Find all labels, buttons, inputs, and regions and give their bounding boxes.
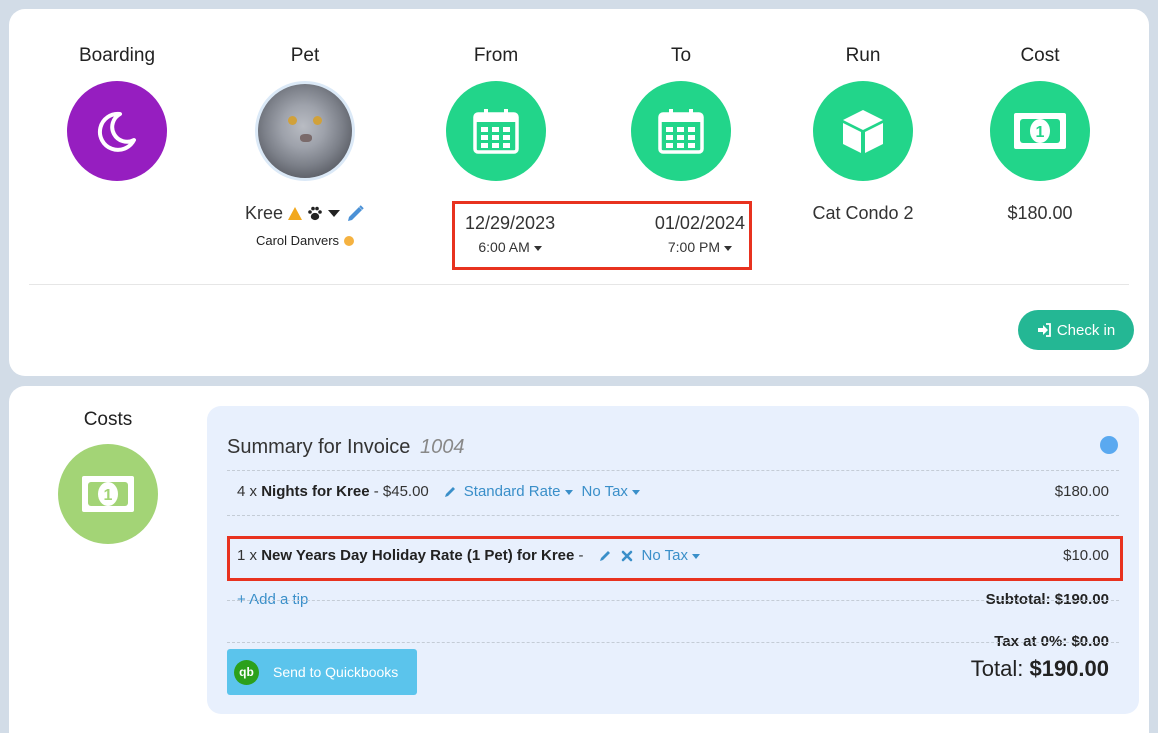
quickbooks-logo-icon: qb bbox=[234, 659, 259, 685]
line-amount: $10.00 bbox=[1063, 547, 1109, 564]
pencil-icon[interactable] bbox=[598, 549, 612, 563]
svg-text:1: 1 bbox=[104, 487, 113, 504]
line-qty: 1 x bbox=[237, 547, 258, 564]
pet-name-line: Kree bbox=[215, 203, 395, 224]
from-calendar-circle[interactable] bbox=[446, 81, 546, 181]
costs-title: Costs bbox=[83, 409, 133, 430]
pet-avatar[interactable] bbox=[255, 81, 355, 181]
chevron-down-icon bbox=[631, 489, 640, 495]
status-dot[interactable] bbox=[1100, 436, 1118, 454]
line-amount: $180.00 bbox=[1054, 483, 1109, 500]
warning-icon[interactable] bbox=[288, 207, 303, 220]
sign-in-icon bbox=[1037, 323, 1051, 337]
from-title: From bbox=[473, 45, 519, 66]
pencil-icon[interactable] bbox=[345, 204, 365, 224]
tax-select[interactable]: No Tax bbox=[642, 547, 700, 564]
paw-icon[interactable] bbox=[307, 206, 323, 221]
pencil-icon[interactable] bbox=[443, 485, 457, 499]
from-datetime: 12/29/2023 6:00 AM bbox=[465, 213, 555, 255]
moon-icon bbox=[97, 111, 136, 152]
line-suffix: - $45.00 bbox=[373, 483, 429, 500]
pet-owner-line: Carol Danvers bbox=[215, 233, 395, 248]
owner-name[interactable]: Carol Danvers bbox=[256, 233, 339, 248]
line-qty: 4 x bbox=[237, 483, 258, 500]
tax-select[interactable]: No Tax bbox=[582, 483, 640, 500]
boarding-icon-circle[interactable] bbox=[67, 81, 167, 181]
check-in-label: Check in bbox=[1056, 321, 1116, 339]
divider bbox=[227, 600, 1119, 601]
cube-icon bbox=[843, 110, 883, 153]
boarding-title: Boarding bbox=[78, 45, 156, 66]
tax-label: No Tax bbox=[581, 483, 628, 500]
to-datetime: 01/02/2024 7:00 PM bbox=[655, 213, 745, 255]
divider bbox=[29, 284, 1129, 285]
invoice-number: 1004 bbox=[419, 436, 465, 458]
cost-icon-circle[interactable]: 1 bbox=[990, 81, 1090, 181]
divider bbox=[227, 470, 1119, 471]
booking-card: Boarding Pet Kree Carol Danvers From To … bbox=[9, 9, 1149, 376]
owner-status-dot bbox=[344, 235, 355, 246]
date-range-highlight: 12/29/2023 6:00 AM 01/02/2024 7:00 PM bbox=[452, 201, 752, 270]
invoice-title: Summary for Invoice 1004 bbox=[227, 436, 464, 459]
invoice-summary-panel: Summary for Invoice 1004 4 x Nights for … bbox=[207, 406, 1139, 714]
cost-value: $180.00 bbox=[1007, 203, 1073, 223]
line-item: 4 x Nights for Kree - $45.00 Standard Ra… bbox=[237, 483, 1109, 500]
costs-icon-circle: 1 bbox=[58, 444, 158, 544]
to-date[interactable]: 01/02/2024 bbox=[655, 213, 745, 234]
total-label: Total: bbox=[970, 656, 1024, 681]
cost-title: Cost bbox=[1020, 45, 1060, 66]
to-column: To bbox=[591, 44, 771, 181]
to-time-select[interactable]: 7:00 PM bbox=[655, 239, 745, 255]
calendar-icon bbox=[658, 109, 704, 154]
from-time-select[interactable]: 6:00 AM bbox=[465, 239, 555, 255]
run-title: Run bbox=[845, 45, 881, 66]
pet-dropdown-icon[interactable] bbox=[328, 210, 341, 217]
cost-column: Cost 1 $180.00 bbox=[950, 44, 1130, 224]
to-calendar-circle[interactable] bbox=[631, 81, 731, 181]
divider bbox=[227, 515, 1119, 516]
from-column: From bbox=[406, 44, 586, 181]
run-column: Run Cat Condo 2 bbox=[773, 44, 953, 224]
invoice-total: Total: $190.00 bbox=[971, 656, 1109, 682]
from-time: 6:00 AM bbox=[478, 239, 530, 255]
rate-select[interactable]: Standard Rate bbox=[464, 483, 573, 500]
summary-label: Summary for Invoice bbox=[227, 436, 411, 458]
pet-name[interactable]: Kree bbox=[245, 203, 283, 224]
costs-card: Costs 1 Summary for Invoice 1004 4 x Nig… bbox=[9, 386, 1149, 733]
divider bbox=[227, 642, 1119, 643]
costs-column: Costs 1 bbox=[58, 408, 158, 544]
pet-title: Pet bbox=[290, 45, 320, 66]
send-to-quickbooks-button[interactable]: qb Send to Quickbooks bbox=[227, 649, 417, 695]
rate-label: Standard Rate bbox=[463, 483, 561, 500]
boarding-column: Boarding bbox=[27, 44, 207, 181]
pet-column: Pet Kree Carol Danvers bbox=[215, 44, 395, 248]
money-bill-icon: 1 bbox=[82, 476, 134, 512]
line-suffix: - bbox=[578, 547, 584, 564]
run-value[interactable]: Cat Condo 2 bbox=[773, 203, 953, 224]
quickbooks-label: Send to Quickbooks bbox=[273, 664, 399, 680]
from-date[interactable]: 12/29/2023 bbox=[465, 213, 555, 234]
run-icon-circle[interactable] bbox=[813, 81, 913, 181]
total-value: $190.00 bbox=[1029, 656, 1109, 681]
tax-label: No Tax bbox=[641, 547, 688, 564]
to-time: 7:00 PM bbox=[667, 239, 721, 255]
calendar-icon bbox=[473, 109, 519, 154]
svg-text:1: 1 bbox=[1036, 124, 1045, 141]
chevron-down-icon bbox=[533, 245, 542, 251]
line-item: 1 x New Years Day Holiday Rate (1 Pet) f… bbox=[237, 547, 1109, 564]
chevron-down-icon bbox=[724, 245, 733, 251]
chevron-down-icon bbox=[564, 489, 573, 495]
money-bill-icon: 1 bbox=[1014, 113, 1066, 149]
to-title: To bbox=[670, 45, 692, 66]
check-in-button[interactable]: Check in bbox=[1018, 310, 1134, 350]
line-name: New Years Day Holiday Rate (1 Pet) for K… bbox=[261, 547, 575, 564]
line-name: Nights for Kree bbox=[261, 483, 370, 500]
chevron-down-icon bbox=[691, 553, 700, 559]
close-icon[interactable] bbox=[621, 550, 633, 562]
